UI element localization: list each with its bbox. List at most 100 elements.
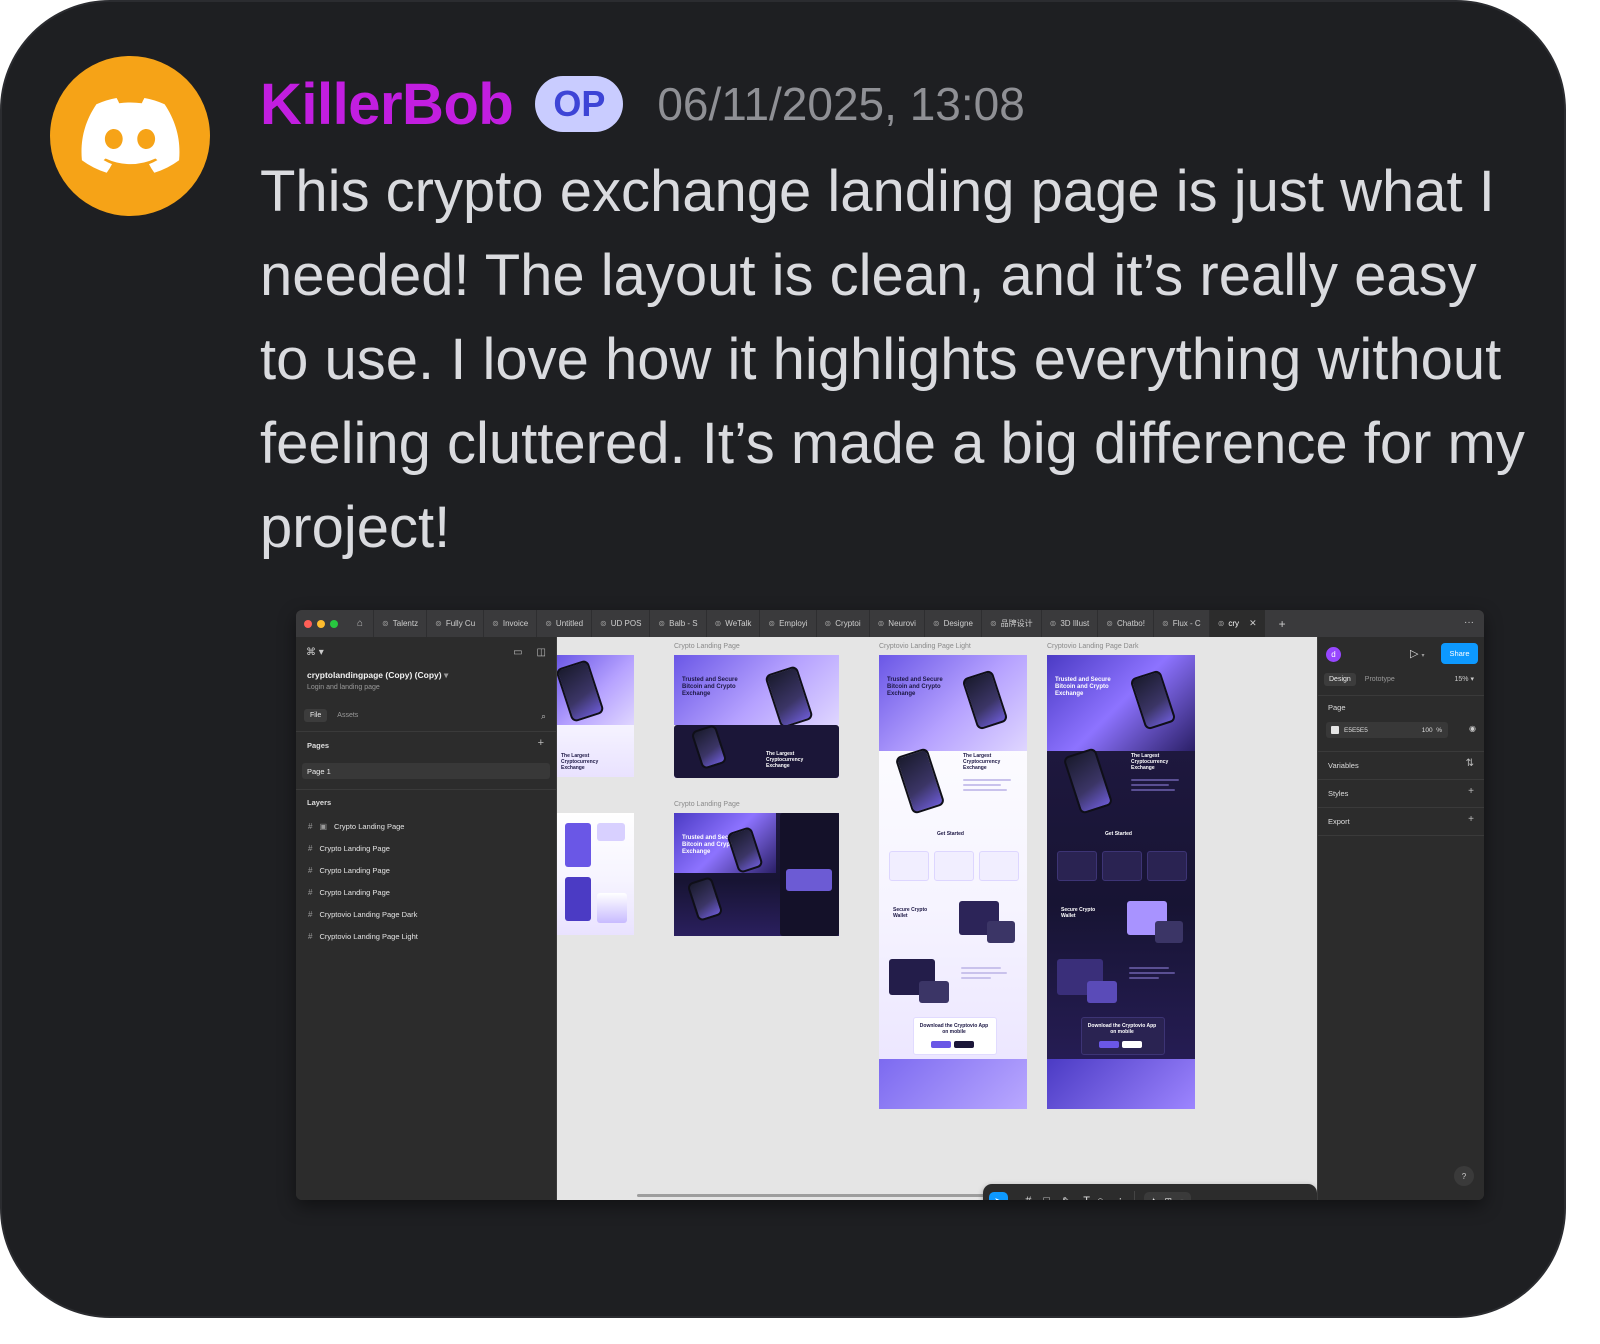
figma-file-icon: ⊚ xyxy=(600,619,607,628)
file-name[interactable]: cryptolandingpage (Copy) (Copy) ▾ xyxy=(307,670,448,681)
frame-partial-top[interactable]: The Largest Cryptocurrency Exchange xyxy=(557,655,634,777)
discord-logo-icon xyxy=(81,98,180,173)
frame-cryptovio-dark[interactable]: Trusted and Secure Bitcoin and Crypto Ex… xyxy=(1047,655,1195,1109)
app-tab-bar: ⌂ ⊚ Talentz ⊚ Fully Cu ⊚ Invoice ⊚ Untitled ⊚ UD … xyxy=(296,610,1484,637)
maximize-window-dot[interactable] xyxy=(330,619,338,628)
frame-tool-icon[interactable]: #▾ xyxy=(1025,1195,1036,1200)
frame-text: Get Started xyxy=(937,831,964,837)
frame-label[interactable]: Crypto Landing Page xyxy=(674,801,740,808)
tab-assets[interactable]: Assets xyxy=(331,709,364,722)
tab-label: cry xyxy=(1228,619,1240,628)
close-window-dot[interactable] xyxy=(304,619,312,628)
minimize-window-dot[interactable] xyxy=(317,619,325,628)
figma-menu-icon[interactable]: ⌘ ▾ xyxy=(306,647,324,658)
tab-label: Employi xyxy=(779,619,808,628)
tab-file[interactable]: File xyxy=(304,709,328,722)
zoom-level[interactable]: 15% ▾ xyxy=(1455,675,1474,683)
username[interactable]: KillerBob xyxy=(260,71,514,138)
browser-tab[interactable]: ⊚ Talentz xyxy=(373,610,426,637)
present-play-icon[interactable]: ▷ ▾ xyxy=(1410,647,1425,660)
help-button[interactable]: ? xyxy=(1454,1166,1474,1186)
component-icon[interactable]: ▭ xyxy=(513,647,522,658)
browser-tab[interactable]: ⊚ 品牌设计 xyxy=(980,610,1041,637)
divider xyxy=(1133,1191,1135,1200)
add-style-icon[interactable]: + xyxy=(1468,786,1474,797)
layer-item[interactable]: # Cryptovio Landing Page Light xyxy=(308,929,418,943)
browser-tab[interactable]: ⊚ Neurovi xyxy=(868,610,924,637)
dev-mode-icon[interactable]: ⊞ xyxy=(1164,1196,1172,1201)
frame-text: The Largest Cryptocurrency Exchange xyxy=(1131,753,1169,771)
layer-item[interactable]: # Crypto Landing Page xyxy=(308,863,390,877)
browser-tab[interactable]: ⊚ cry ✕ xyxy=(1208,610,1265,637)
image-icon: ▣ xyxy=(319,821,328,831)
browser-tab[interactable]: ⊚ Untitled xyxy=(536,610,591,637)
pen-tool-icon[interactable]: ✎▾ xyxy=(1062,1195,1076,1201)
user-avatar[interactable]: d xyxy=(1326,647,1341,662)
design-mode-icon[interactable]: ✦ xyxy=(1150,1196,1158,1201)
code-icon[interactable]: ‹› xyxy=(1179,1196,1185,1201)
browser-tab[interactable]: ⊚ Fully Cu xyxy=(426,610,483,637)
add-page-icon[interactable]: + xyxy=(538,737,544,749)
browser-tab[interactable]: ⊚ Chatbo! xyxy=(1097,610,1153,637)
toggle-sidebar-icon[interactable]: ◫ xyxy=(537,647,546,658)
page-item[interactable]: Page 1 xyxy=(302,763,550,779)
more-options-icon[interactable]: ··· xyxy=(1464,617,1474,628)
frame-hero-text: Trusted and Secure Bitcoin and Crypto Ex… xyxy=(682,677,738,697)
frame-crypto-landing-2[interactable]: Trusted and Secure Bitcoin and Crypto Ex… xyxy=(674,813,839,936)
divider xyxy=(1318,779,1484,780)
styles-heading: Styles xyxy=(1328,789,1349,798)
page-color-value[interactable]: E5E5E5 xyxy=(1344,727,1368,734)
figma-file-icon: ⊚ xyxy=(989,619,997,628)
new-tab-icon[interactable]: + xyxy=(1279,617,1286,631)
figma-file-icon: ⊚ xyxy=(824,619,832,628)
layers-heading: Layers xyxy=(307,798,332,807)
tab-prototype[interactable]: Prototype xyxy=(1360,673,1400,686)
frame-crypto-landing-1[interactable]: Trusted and Secure Bitcoin and Crypto Ex… xyxy=(674,655,839,778)
user-avatar[interactable] xyxy=(50,56,210,216)
move-tool-dropdown[interactable]: ▾ xyxy=(1015,1198,1018,1201)
tab-label: WeTalk xyxy=(725,619,752,628)
browser-tab[interactable]: ⊚ Invoice xyxy=(483,610,536,637)
close-tab-icon[interactable]: ✕ xyxy=(1249,618,1257,629)
browser-tab[interactable]: ⊚ Cryptoi xyxy=(815,610,869,637)
frame-text: Secure Crypto Wallet xyxy=(893,907,928,919)
browser-tab[interactable]: ⊚ 3D Illust xyxy=(1040,610,1098,637)
frame-label[interactable]: Cryptovio Landing Page Light xyxy=(879,643,971,650)
layer-item[interactable]: # Crypto Landing Page xyxy=(308,885,390,899)
layer-item[interactable]: # Cryptovio Landing Page Dark xyxy=(308,907,417,921)
page-opacity: 100 % xyxy=(1421,726,1442,734)
layer-item[interactable]: # ▣ Crypto Landing Page xyxy=(308,819,404,833)
comment-tool-icon[interactable]: ○▾ xyxy=(1097,1195,1109,1200)
layer-item[interactable]: # Crypto Landing Page xyxy=(308,841,390,855)
design-canvas[interactable]: The Largest Cryptocurrency Exchange Cryp… xyxy=(557,637,1317,1200)
figma-file-icon: ⊚ xyxy=(1049,619,1057,628)
add-export-icon[interactable]: + xyxy=(1468,814,1474,825)
variables-heading: Variables xyxy=(1328,761,1359,770)
page-color-field[interactable]: E5E5E5 100 % xyxy=(1326,722,1448,738)
move-tool-icon[interactable]: ➤ xyxy=(989,1191,1009,1200)
browser-tab[interactable]: ⊚ WeTalk xyxy=(705,610,760,637)
tab-design[interactable]: Design xyxy=(1324,673,1356,686)
variables-settings-icon[interactable]: ⇅ xyxy=(1466,758,1474,769)
browser-tab[interactable]: ⊚ Employi xyxy=(759,610,815,637)
browser-tab[interactable]: ⊚ Balb - S xyxy=(649,610,705,637)
browser-tab[interactable]: ⊚ UD POS xyxy=(591,610,649,637)
color-swatch[interactable] xyxy=(1331,726,1339,734)
actions-tool-icon[interactable]: ⁘ xyxy=(1116,1195,1125,1201)
tab-label: Chatbo! xyxy=(1116,619,1145,628)
frame-label[interactable]: Cryptovio Landing Page Dark xyxy=(1047,643,1138,650)
search-icon[interactable]: ⌕ xyxy=(541,711,546,722)
home-icon[interactable]: ⌂ xyxy=(357,618,363,629)
rectangle-tool-icon[interactable]: □▾ xyxy=(1043,1195,1055,1200)
tab-label: Invoice xyxy=(502,619,529,628)
frame-partial-bottom[interactable] xyxy=(557,813,634,935)
frame-label[interactable]: Crypto Landing Page xyxy=(674,643,740,650)
frame-cryptovio-light[interactable]: Trusted and Secure Bitcoin and Crypto Ex… xyxy=(879,655,1027,1109)
browser-tab[interactable]: ⊚ Flux - C xyxy=(1152,610,1209,637)
text-tool-icon[interactable]: T xyxy=(1083,1195,1090,1200)
browser-tab[interactable]: ⊚ Designe xyxy=(923,610,981,637)
share-button[interactable]: Share xyxy=(1441,643,1478,664)
visibility-eye-icon[interactable]: ◉ xyxy=(1469,724,1476,733)
attached-screenshot[interactable]: ⌂ ⊚ Talentz ⊚ Fully Cu ⊚ Invoice ⊚ Untitled ⊚ UD … xyxy=(296,610,1484,1200)
figma-file-icon: ⊚ xyxy=(545,619,552,628)
